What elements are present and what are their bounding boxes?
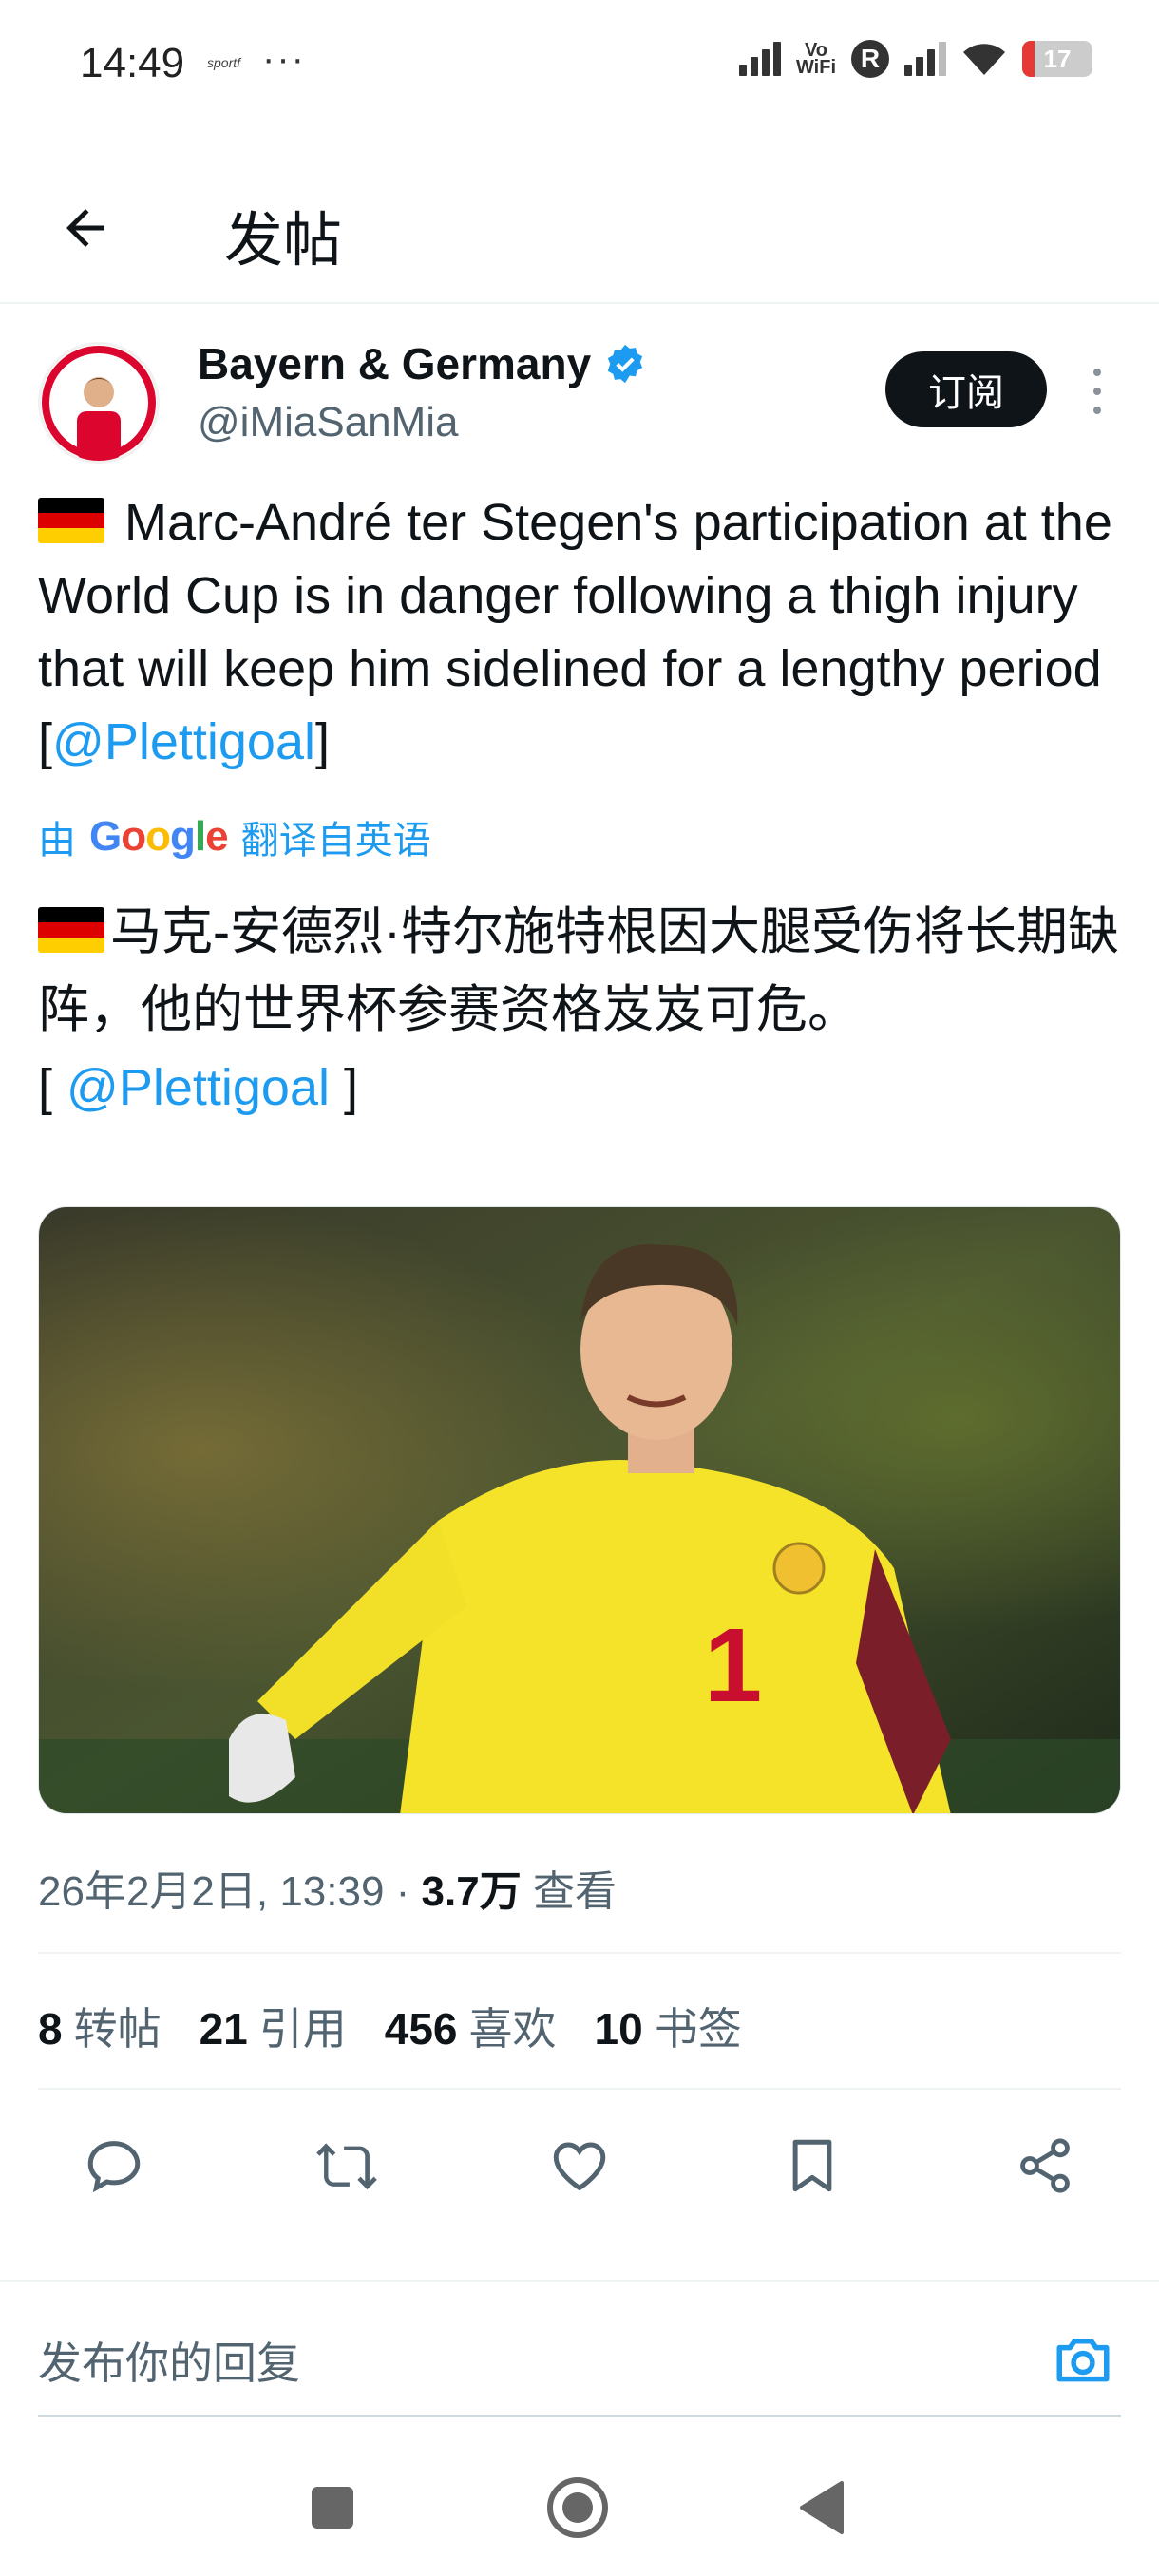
tweet-text: Marc-André ter Stegen's participation at… <box>38 486 1130 779</box>
reply-input[interactable]: 发布你的回复 <box>38 2329 300 2392</box>
svg-text:1: 1 <box>704 1607 762 1724</box>
tweet-meta: 26年2月2日, 13:39 · 3.7万 查看 <box>38 1857 617 1918</box>
tweet-image[interactable]: 1 <box>38 1206 1121 1814</box>
like-icon <box>553 2142 606 2191</box>
tweet-text-end: ] <box>314 713 330 770</box>
translate-suffix: 翻译自英语 <box>240 820 431 862</box>
more-options-icon[interactable] <box>1083 363 1112 420</box>
home-circle-icon <box>547 2477 608 2538</box>
vowifi-bottom-label: WiFi <box>795 57 836 78</box>
share-icon <box>1020 2138 1070 2193</box>
back-triangle-icon <box>800 2481 844 2534</box>
divider <box>38 1952 1121 1954</box>
stat-reposts-label: 转帖 <box>73 2004 162 2054</box>
stat-likes[interactable]: 456 喜欢 <box>385 1995 557 2057</box>
germany-flag-icon <box>38 907 104 953</box>
share-button[interactable] <box>998 2118 1092 2213</box>
stat-quotes-count: 21 <box>199 2004 248 2054</box>
stat-reposts-count: 8 <box>38 2004 63 2054</box>
system-nav-bar <box>0 2441 1159 2576</box>
battery-icon: 17 <box>1022 41 1092 77</box>
wifi-icon <box>963 44 1005 75</box>
stat-reposts[interactable]: 8 转帖 <box>38 1995 162 2057</box>
translated-text: 马克-安德烈·特尔施特根因大腿受伤将长期缺阵，他的世界杯参赛资格岌岌可危。 [ … <box>38 893 1130 1127</box>
home-button[interactable] <box>540 2470 616 2546</box>
signal-icon <box>738 42 781 76</box>
translate-prefix: 由 <box>38 820 76 862</box>
avatar[interactable] <box>38 342 160 464</box>
status-indicators: Vo WiFi R 17 <box>738 40 1092 78</box>
back-button[interactable] <box>48 190 124 266</box>
bookmark-button[interactable] <box>765 2118 860 2213</box>
stat-likes-count: 456 <box>384 2004 458 2054</box>
verified-badge-icon <box>608 344 643 384</box>
battery-level: 17 <box>1043 44 1072 73</box>
views-label: 查看 <box>521 1868 617 1915</box>
tweet-mention-link[interactable]: @Plettigoal <box>52 713 315 770</box>
camera-button[interactable] <box>1045 2321 1121 2397</box>
reply-icon <box>87 2141 141 2193</box>
page-title: 发帖 <box>224 208 343 274</box>
reply-button[interactable] <box>66 2118 162 2213</box>
status-bar: 14:49 sportf ··· Vo WiFi R 17 <box>0 0 1159 128</box>
stat-bookmarks-label: 书签 <box>654 2004 742 2054</box>
subscribe-button[interactable]: 订阅 <box>885 351 1047 427</box>
reply-underline <box>38 2415 1121 2417</box>
stat-bookmarks[interactable]: 10 书签 <box>595 1995 742 2057</box>
stat-bookmarks-count: 10 <box>594 2004 643 2054</box>
bookmark-icon <box>792 2139 832 2192</box>
goalkeeper-photo: 1 <box>39 1207 1120 1813</box>
back-nav-button[interactable] <box>785 2470 861 2546</box>
engagement-stats: 8 转帖 21 引用 456 喜欢 10 书签 <box>38 1995 742 2057</box>
author-name-row[interactable]: Bayern & Germany <box>198 338 646 389</box>
views-count: 3.7万 <box>421 1868 522 1915</box>
translation-attribution[interactable]: 由 Google 翻译自英语 <box>38 809 431 864</box>
recents-button[interactable] <box>294 2470 370 2546</box>
divider <box>38 2088 1121 2090</box>
germany-flag-icon <box>38 498 104 543</box>
arrow-left-icon <box>66 209 104 247</box>
signal-2-icon <box>904 42 946 76</box>
camera-icon <box>1056 2339 1110 2382</box>
translated-mention-link[interactable]: @Plettigoal <box>66 1059 330 1116</box>
status-overflow-dots: ··· <box>262 38 306 80</box>
retweet-icon <box>316 2143 377 2190</box>
translated-mention-open: [ <box>38 1059 67 1116</box>
author-name[interactable]: Bayern & Germany <box>198 338 591 389</box>
status-app-label: sportf <box>207 55 241 70</box>
roaming-icon: R <box>851 40 889 78</box>
google-logo: Google <box>89 813 229 860</box>
like-button[interactable] <box>532 2118 627 2213</box>
stat-quotes[interactable]: 21 引用 <box>200 1995 347 2057</box>
author-handle[interactable]: @iMiaSanMia <box>198 399 459 446</box>
translated-mention-close: ] <box>329 1059 358 1116</box>
avatar-image <box>41 345 157 461</box>
reply-composer: 发布你的回复 <box>0 2280 1159 2432</box>
stat-quotes-label: 引用 <box>258 2004 347 2054</box>
tweet-actions <box>0 2118 1159 2213</box>
status-time: 14:49 <box>80 40 185 86</box>
retweet-button[interactable] <box>299 2118 394 2213</box>
vowifi-icon: Vo WiFi <box>795 41 836 78</box>
stat-likes-label: 喜欢 <box>468 2004 557 2054</box>
top-app-bar: 发帖 <box>0 152 1159 304</box>
tweet-datetime: 26年2月2日, 13:39 · <box>38 1868 422 1915</box>
recents-square-icon <box>312 2487 353 2529</box>
translated-text-body: 马克-安德烈·特尔施特根因大腿受伤将长期缺阵，他的世界杯参赛资格岌岌可危。 <box>38 903 1119 1038</box>
battery-fill <box>1022 41 1035 77</box>
